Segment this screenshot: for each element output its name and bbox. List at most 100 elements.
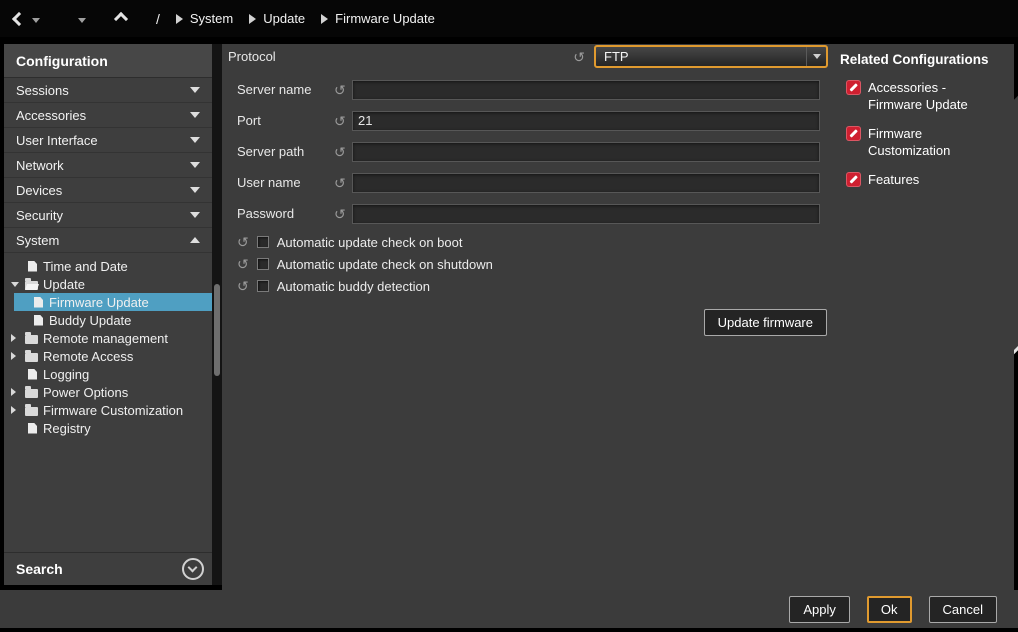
configuration-sidebar: Configuration Sessions Accessories User …: [4, 44, 212, 585]
tree-item-time-and-date[interactable]: Time and Date: [4, 257, 212, 275]
sidebar-category-devices[interactable]: Devices: [4, 178, 212, 203]
edit-icon: [846, 126, 861, 141]
ok-button[interactable]: Ok: [867, 596, 912, 623]
reset-icon[interactable]: ↺: [237, 279, 249, 293]
system-tree: Time and Date Update Firmware Update Bud…: [4, 253, 212, 437]
checkbox-row-buddy-detection: ↺ Automatic buddy detection: [237, 278, 430, 294]
expander-expanded-icon[interactable]: [11, 282, 24, 287]
password-label: Password: [237, 206, 334, 221]
reset-icon[interactable]: ↺: [334, 114, 352, 128]
cancel-button[interactable]: Cancel: [929, 596, 997, 623]
port-row: Port ↺: [237, 110, 827, 131]
breadcrumb-arrow-icon: [176, 14, 183, 24]
related-configurations-title: Related Configurations: [834, 44, 1014, 67]
breadcrumb-system[interactable]: System: [176, 11, 233, 26]
tree-item-power-options[interactable]: Power Options: [4, 383, 212, 401]
tree-item-buddy-update[interactable]: Buddy Update: [4, 311, 212, 329]
folder-icon: [25, 335, 38, 344]
back-icon: [12, 11, 26, 25]
tree-item-remote-access[interactable]: Remote Access: [4, 347, 212, 365]
tree-item-remote-management[interactable]: Remote management: [4, 329, 212, 347]
file-icon: [28, 423, 37, 434]
tree-item-logging[interactable]: Logging: [4, 365, 212, 383]
related-configurations-panel: Related Configurations Accessories - Fir…: [834, 44, 1014, 590]
protocol-selected-value: FTP: [596, 49, 806, 64]
search-expand-button[interactable]: [182, 558, 204, 580]
buddy-detection-checkbox[interactable]: [257, 280, 269, 292]
chevron-down-icon: [188, 563, 198, 573]
file-icon: [34, 297, 43, 308]
reset-icon[interactable]: ↺: [237, 257, 249, 271]
password-input[interactable]: [352, 204, 820, 224]
footer-button-bar: Apply Ok Cancel: [0, 590, 1018, 628]
update-check-on-boot-label: Automatic update check on boot: [277, 235, 463, 250]
expander-collapsed-icon[interactable]: [11, 334, 24, 342]
file-icon: [28, 261, 37, 272]
up-button[interactable]: [116, 14, 126, 24]
expander-collapsed-icon[interactable]: [11, 352, 24, 360]
protocol-dropdown[interactable]: FTP: [594, 45, 828, 68]
server-path-input[interactable]: [352, 142, 820, 162]
folder-icon: [25, 353, 38, 362]
breadcrumb-update[interactable]: Update: [249, 11, 305, 26]
sidebar-category-accessories[interactable]: Accessories: [4, 103, 212, 128]
apply-button[interactable]: Apply: [789, 596, 850, 623]
sidebar-category-sessions[interactable]: Sessions: [4, 78, 212, 103]
tree-item-registry[interactable]: Registry: [4, 419, 212, 437]
related-link-accessories-firmware-update[interactable]: Accessories - Firmware Update: [846, 79, 1014, 113]
breadcrumb-firmware-update[interactable]: Firmware Update: [321, 11, 435, 26]
reset-icon[interactable]: ↺: [334, 83, 352, 97]
expander-collapsed-icon[interactable]: [11, 406, 24, 414]
edit-icon: [846, 172, 861, 187]
update-check-on-boot-checkbox[interactable]: [257, 236, 269, 248]
server-path-label: Server path: [237, 144, 334, 159]
reset-icon[interactable]: ↺: [237, 235, 249, 249]
back-history-caret-icon: [32, 18, 40, 23]
server-path-row: Server path ↺: [237, 141, 827, 162]
checkbox-row-update-on-boot: ↺ Automatic update check on boot: [237, 234, 462, 250]
file-icon: [34, 315, 43, 326]
forward-button[interactable]: [70, 14, 86, 23]
up-icon: [114, 11, 128, 25]
chevron-down-icon: [813, 54, 821, 59]
expander-collapsed-icon[interactable]: [11, 388, 24, 396]
related-link-firmware-customization[interactable]: Firmware Customization: [846, 125, 1014, 159]
update-check-on-shutdown-label: Automatic update check on shutdown: [277, 257, 493, 272]
update-firmware-button[interactable]: Update firmware: [704, 309, 827, 336]
reset-icon[interactable]: ↺: [334, 176, 352, 190]
sidebar-category-system[interactable]: System: [4, 228, 212, 253]
folder-icon: [25, 407, 38, 416]
reset-icon[interactable]: ↺: [334, 145, 352, 159]
reset-icon[interactable]: ↺: [573, 50, 585, 64]
firmware-update-panel: Protocol ↺ FTP Server name ↺ Port ↺ Serv…: [222, 44, 834, 590]
folder-icon: [25, 389, 38, 398]
search-section: Search: [4, 552, 212, 585]
sidebar-category-user-interface[interactable]: User Interface: [4, 128, 212, 153]
related-link-features[interactable]: Features: [846, 171, 1014, 188]
port-input[interactable]: [352, 111, 820, 131]
dropdown-arrow-button[interactable]: [806, 47, 826, 66]
checkbox-row-update-on-shutdown: ↺ Automatic update check on shutdown: [237, 256, 493, 272]
chevron-down-icon: [190, 112, 200, 118]
sidebar-category-security[interactable]: Security: [4, 203, 212, 228]
back-button[interactable]: [14, 14, 40, 24]
server-name-row: Server name ↺: [237, 79, 827, 100]
sidebar-category-network[interactable]: Network: [4, 153, 212, 178]
port-label: Port: [237, 113, 334, 128]
server-name-input[interactable]: [352, 80, 820, 100]
chevron-down-icon: [190, 137, 200, 143]
sidebar-scrollbar-thumb[interactable]: [214, 284, 220, 376]
buddy-detection-label: Automatic buddy detection: [277, 279, 430, 294]
sidebar-title: Configuration: [4, 44, 212, 78]
chevron-down-icon: [190, 187, 200, 193]
file-icon: [28, 369, 37, 380]
password-row: Password ↺: [237, 203, 827, 224]
tree-item-update[interactable]: Update: [4, 275, 212, 293]
tree-item-firmware-update[interactable]: Firmware Update: [4, 293, 212, 311]
update-check-on-shutdown-checkbox[interactable]: [257, 258, 269, 270]
tree-item-firmware-customization[interactable]: Firmware Customization: [4, 401, 212, 419]
reset-icon[interactable]: ↺: [334, 207, 352, 221]
sidebar-scrollbar-track[interactable]: [212, 44, 222, 585]
chevron-down-icon: [190, 212, 200, 218]
user-name-input[interactable]: [352, 173, 820, 193]
